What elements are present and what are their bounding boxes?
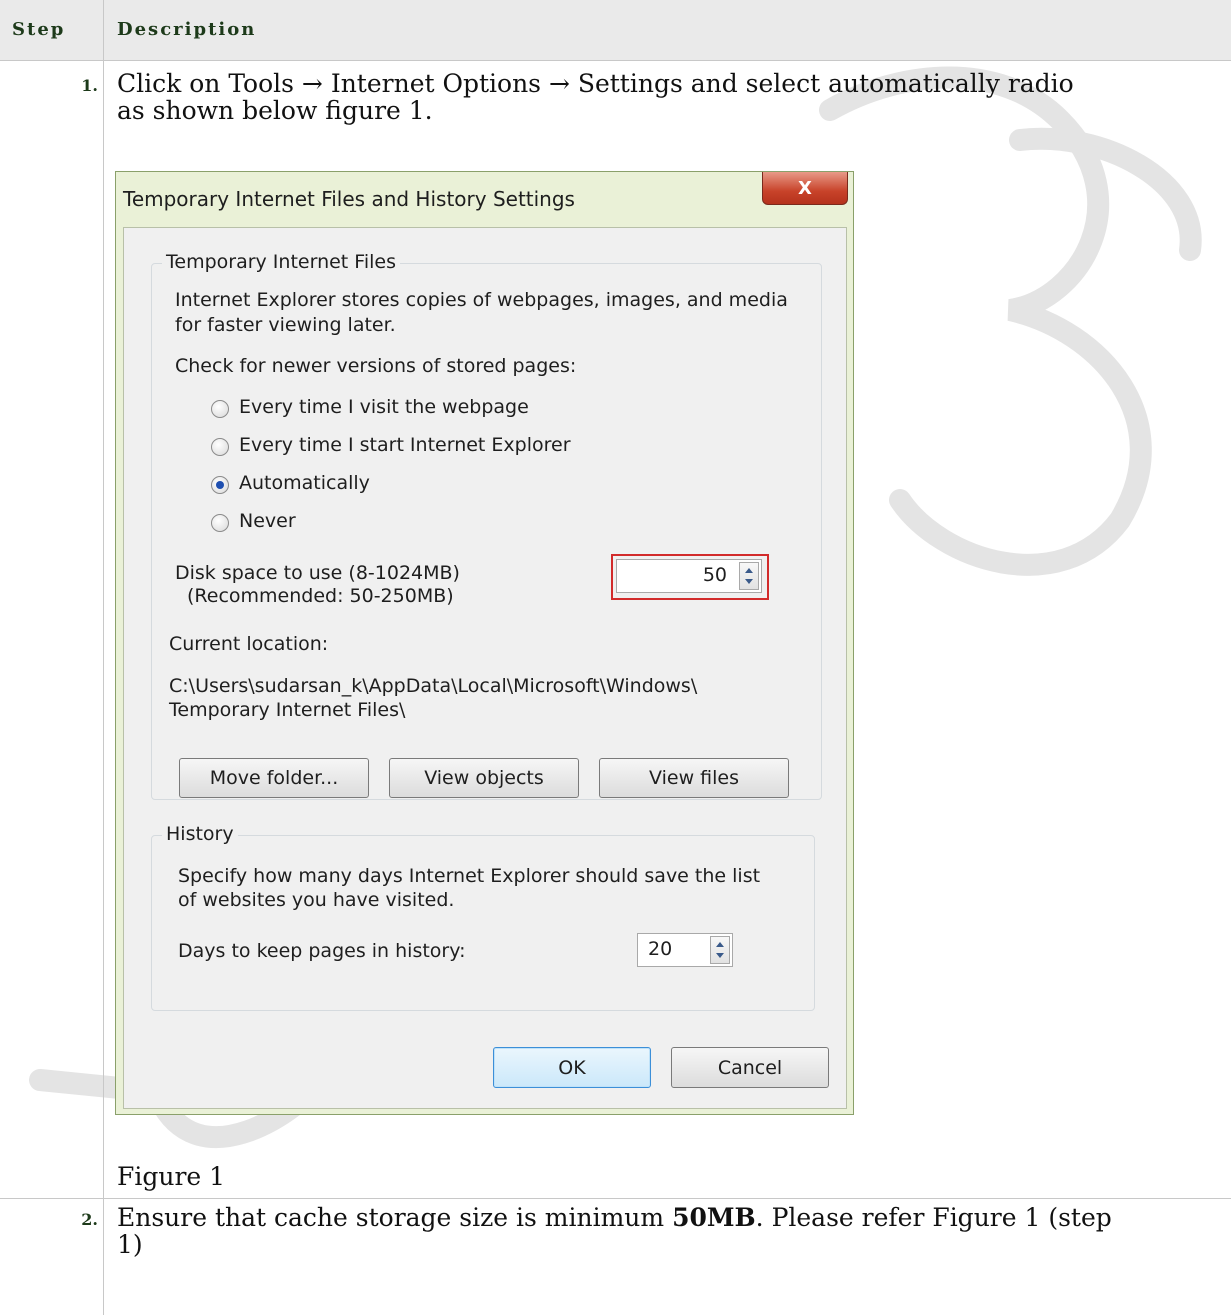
radio-automatically-label: Automatically bbox=[239, 472, 370, 494]
ok-button[interactable]: OK bbox=[493, 1047, 651, 1088]
temp-files-info-line-2: for faster viewing later. bbox=[175, 314, 396, 336]
radio-automatically[interactable] bbox=[211, 476, 229, 494]
step-1-text: Click on Tools → Internet Options → Sett… bbox=[117, 70, 1207, 124]
check-newer-label: Check for newer versions of stored pages… bbox=[175, 355, 577, 377]
step-2-text-before: Ensure that cache storage size is minimu… bbox=[117, 1203, 673, 1232]
history-legend: History bbox=[162, 823, 238, 845]
view-objects-button[interactable]: View objects bbox=[389, 758, 579, 798]
stepper-arrows-icon[interactable] bbox=[739, 562, 759, 590]
radio-never[interactable] bbox=[211, 514, 229, 532]
days-history-value: 20 bbox=[648, 938, 673, 960]
close-icon: X bbox=[798, 177, 812, 199]
radio-every-visit[interactable] bbox=[211, 400, 229, 418]
move-folder-button[interactable]: Move folder... bbox=[179, 758, 369, 798]
disk-space-stepper[interactable]: 50 bbox=[616, 559, 762, 593]
column-divider bbox=[103, 0, 104, 1315]
step-number-2: 2. bbox=[81, 1210, 98, 1229]
dialog-body: Temporary Internet Files Internet Explor… bbox=[123, 227, 847, 1109]
location-path-line-1: C:\Users\sudarsan_k\AppData\Local\Micros… bbox=[169, 675, 698, 697]
step-2-line-2: 1) bbox=[117, 1230, 143, 1259]
radio-every-visit-label: Every time I visit the webpage bbox=[239, 396, 529, 418]
disk-space-value: 50 bbox=[702, 564, 727, 586]
stepper-arrows-icon[interactable] bbox=[710, 936, 730, 964]
view-files-button[interactable]: View files bbox=[599, 758, 789, 798]
temp-files-info-line-1: Internet Explorer stores copies of webpa… bbox=[175, 289, 788, 311]
close-button[interactable]: X bbox=[762, 172, 848, 205]
days-history-label: Days to keep pages in history: bbox=[178, 940, 466, 962]
disk-space-label: Disk space to use (8-1024MB) bbox=[175, 562, 460, 584]
disk-recommended-label: (Recommended: 50-250MB) bbox=[187, 585, 454, 607]
history-info-line-2: of websites you have visited. bbox=[178, 889, 455, 911]
step-1-line-2: as shown below figure 1. bbox=[117, 96, 433, 125]
step-number-1: 1. bbox=[81, 76, 98, 95]
step-2-text-after: . Please refer Figure 1 (step bbox=[755, 1203, 1112, 1232]
figure-caption: Figure 1 bbox=[117, 1162, 226, 1191]
settings-dialog: Temporary Internet Files and History Set… bbox=[115, 171, 854, 1115]
step-2-text: Ensure that cache storage size is minimu… bbox=[117, 1204, 1207, 1258]
header-description: Description bbox=[117, 19, 257, 40]
radio-every-start-label: Every time I start Internet Explorer bbox=[239, 434, 571, 456]
temp-files-legend: Temporary Internet Files bbox=[162, 251, 400, 273]
row-divider bbox=[0, 1198, 1231, 1199]
location-path-line-2: Temporary Internet Files\ bbox=[169, 699, 406, 721]
step-2-bold-size: 50MB bbox=[672, 1203, 756, 1232]
dialog-title: Temporary Internet Files and History Set… bbox=[123, 187, 575, 211]
header-step: Step bbox=[12, 19, 66, 40]
step-2-line-1: Ensure that cache storage size is minimu… bbox=[117, 1204, 1207, 1231]
history-info-line-1: Specify how many days Internet Explorer … bbox=[178, 865, 761, 887]
step-1-line-1: Click on Tools → Internet Options → Sett… bbox=[117, 69, 1074, 98]
radio-never-label: Never bbox=[239, 510, 296, 532]
history-group: History Specify how many days Internet E… bbox=[151, 823, 815, 1011]
radio-every-start[interactable] bbox=[211, 438, 229, 456]
temp-files-group: Temporary Internet Files Internet Explor… bbox=[151, 251, 822, 800]
current-location-label: Current location: bbox=[169, 633, 329, 655]
days-history-stepper[interactable]: 20 bbox=[637, 933, 733, 967]
cancel-button[interactable]: Cancel bbox=[671, 1047, 829, 1088]
table-header: Step Description bbox=[0, 0, 1231, 61]
